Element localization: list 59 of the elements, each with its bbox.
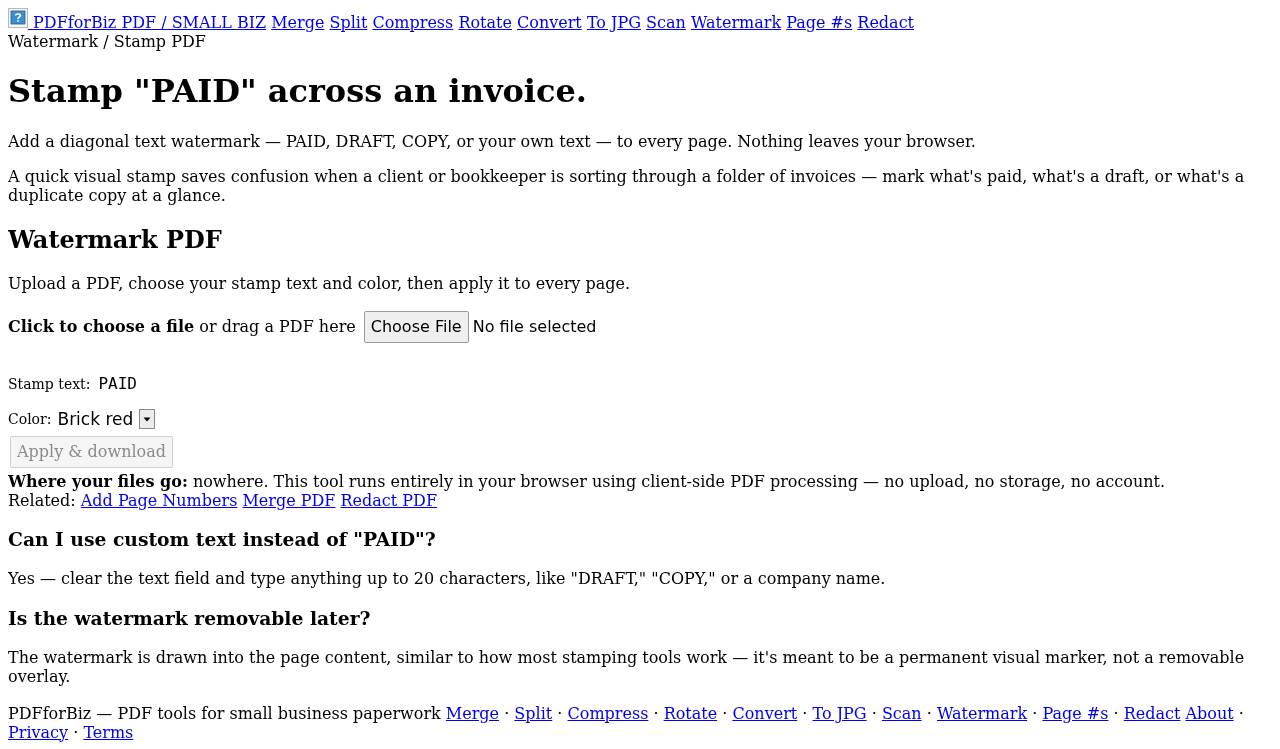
nav-link[interactable]: Page #s <box>786 13 853 32</box>
intro-paragraph: Add a diagonal text watermark — PAID, DRAFT, COPY, or your own text — to every page. Nothing leaves your browser. <box>8 131 977 151</box>
faq-question: Can I use custom text instead of "PAID"? <box>8 528 437 551</box>
color-select[interactable]: Brick red <box>57 408 156 429</box>
footer-link[interactable]: Privacy <box>8 722 69 742</box>
faq-answer: The watermark is drawn into the page content, similar to how most stamping tools work — it's meant to be a permanent visual marker, not a removable overlay. <box>8 647 1246 686</box>
footer-link[interactable]: About <box>1185 703 1234 723</box>
separator-dot: · <box>926 703 932 723</box>
nav-link[interactable]: Split <box>329 13 368 32</box>
choose-file-button[interactable]: Choose File <box>363 310 469 343</box>
related-link[interactable]: Add Page Numbers <box>80 490 238 510</box>
intro-paragraph: A quick visual stamp saves confusion when a client or bookkeeper is sorting through a folder of invoices — mark what's paid, what's a draft, or what's a duplicate copy at a glance. <box>8 166 1246 205</box>
footer-link[interactable]: Compress <box>567 703 649 723</box>
footer-link[interactable]: Scan <box>881 703 922 723</box>
separator-dot: · <box>1032 703 1038 723</box>
footer-tagline: PDFforBiz — PDF tools for small business paperwork <box>8 703 441 723</box>
breadcrumb-text: Watermark / Stamp PDF <box>8 32 207 51</box>
footer-link[interactable]: Terms <box>83 722 134 742</box>
separator-dot: · <box>73 722 79 742</box>
separator-dot: · <box>653 703 659 723</box>
nav-link[interactable]: Scan <box>646 13 686 32</box>
related-link[interactable]: Redact PDF <box>340 490 437 510</box>
stamp-text-label: Stamp text: <box>8 375 91 392</box>
missing-image-icon <box>8 8 28 28</box>
nav-link[interactable]: Watermark <box>690 13 782 32</box>
related-label: Related: <box>8 490 76 510</box>
footer-link[interactable]: Merge <box>445 703 500 723</box>
section-heading: Watermark PDF <box>8 224 223 254</box>
separator-dot: · <box>802 703 808 723</box>
nav-link[interactable]: Redact <box>857 13 914 32</box>
nav-link[interactable]: Rotate <box>458 13 512 32</box>
color-label: Color: <box>8 410 52 427</box>
footer-link[interactable]: Convert <box>732 703 798 723</box>
separator-dot: · <box>722 703 728 723</box>
file-drop-label[interactable]: Click to choose a file or drag a PDF here <box>8 317 356 337</box>
privacy-note: Where your files go: nowhere. This tool runs entirely in your browser using client-side PDF processing — no upload, no storage, no account. <box>8 471 1166 491</box>
separator-dot: · <box>1238 703 1244 723</box>
footer-link[interactable]: Redact <box>1123 703 1181 723</box>
brand-link[interactable]: PDFforBiz PDF / SMALL BIZ <box>8 8 267 32</box>
nav-link[interactable]: Merge <box>271 13 325 32</box>
faq-answer: Yes — clear the text field and type anything up to 20 characters, like "DRAFT," "COPY," or a company name. <box>8 569 887 589</box>
related-link[interactable]: Merge PDF <box>242 490 336 510</box>
footer-link[interactable]: Split <box>514 703 553 723</box>
separator-dot: · <box>871 703 877 723</box>
nav-link[interactable]: Compress <box>372 13 454 32</box>
description-text: Upload a PDF, choose your stamp text and color, then apply it to every page. <box>8 273 631 293</box>
page-title: Stamp "PAID" across an invoice. <box>8 72 588 111</box>
separator-dot: · <box>557 703 563 723</box>
file-status-text: No file selected <box>472 317 597 337</box>
footer-link[interactable]: Page #s <box>1042 703 1109 723</box>
nav-link[interactable]: Convert <box>517 13 582 32</box>
caret-down-icon[interactable] <box>139 408 156 429</box>
footer-link[interactable]: Watermark <box>936 703 1028 723</box>
nav-link[interactable]: To JPG <box>586 13 641 32</box>
footer-link[interactable]: Rotate <box>663 703 718 723</box>
separator-dot: · <box>504 703 510 723</box>
separator-dot: · <box>1113 703 1119 723</box>
faq-question: Is the watermark removable later? <box>8 606 372 629</box>
footer-link[interactable]: To JPG <box>812 703 867 723</box>
